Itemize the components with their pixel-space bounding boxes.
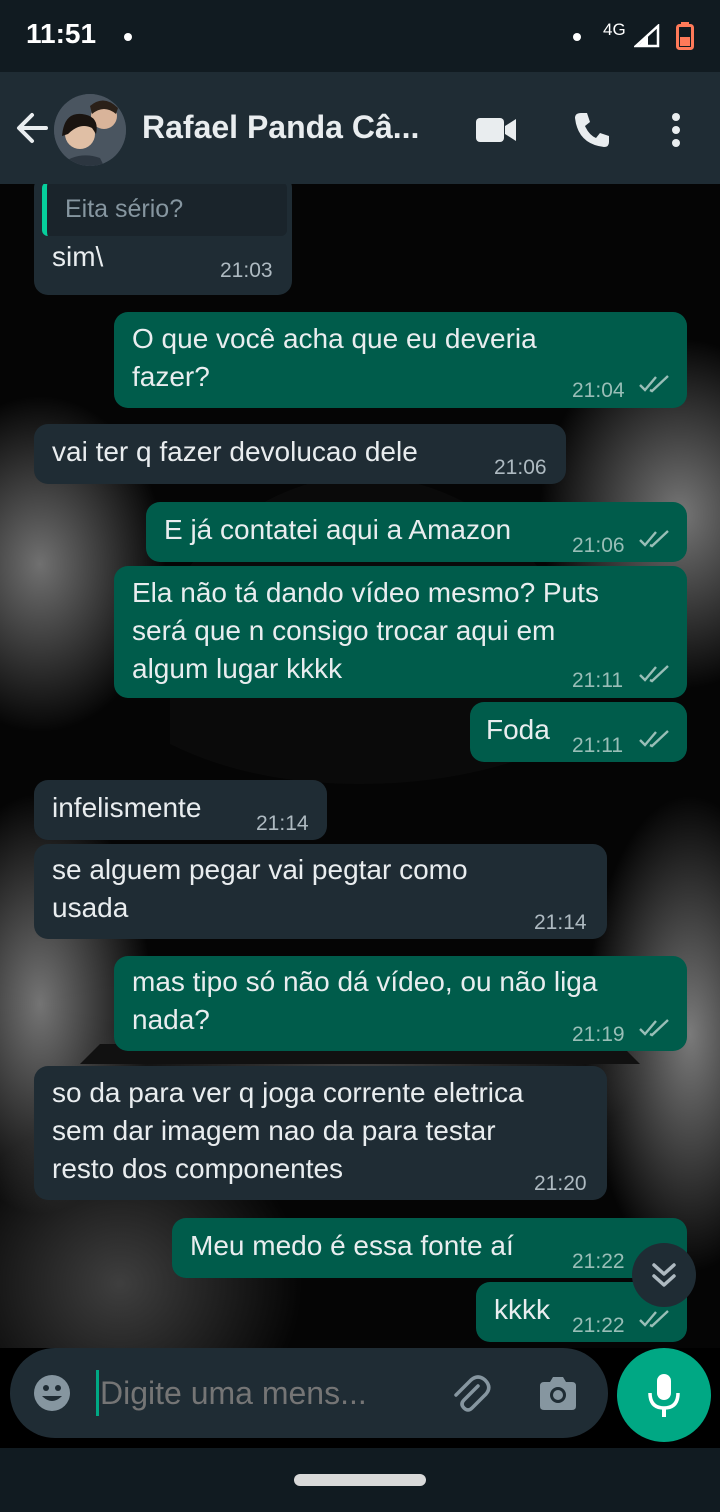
network-type: 4G [603,20,626,39]
message-text: O que você acha que eu deveria fazer? [132,323,537,392]
message-incoming[interactable]: infelismente 21:14 [34,780,327,840]
read-ticks-icon [639,665,669,683]
contact-name[interactable]: Rafael Panda Câ... [142,109,442,146]
message-time: 21:19 [572,1023,625,1046]
message-text: infelismente [52,792,202,823]
chat-area[interactable]: Eita sério? sim\ 21:03 O que você acha q… [0,184,720,1348]
chat-header: Rafael Panda Câ... [0,72,720,184]
read-ticks-icon [639,530,669,548]
notification-dot [573,33,581,41]
message-text: mas tipo só não dá vídeo, ou não liga na… [132,966,598,1035]
message-text: vai ter q fazer devolucao dele [52,436,418,467]
message-incoming[interactable]: vai ter q fazer devolucao dele 21:06 [34,424,566,484]
message-time: 21:11 [572,734,623,757]
message-time: 21:20 [534,1172,587,1195]
message-text: se alguem pegar vai pegtar como usada [52,854,468,923]
quoted-text: Eita sério? [65,195,184,223]
message-text: Meu medo é essa fonte aí [190,1230,514,1261]
message-text: kkkk [494,1294,550,1325]
avatar[interactable] [54,94,126,166]
message-time: 21:04 [572,379,625,402]
read-ticks-icon [639,375,669,393]
message-outgoing[interactable]: mas tipo só não dá vídeo, ou não liga na… [114,956,687,1051]
home-gesture-bar[interactable] [294,1474,426,1486]
avatar-photo [54,94,126,166]
read-ticks-icon [639,1019,669,1037]
message-time: 21:22 [572,1314,625,1337]
status-bar: 11:51 4G [0,0,720,72]
message-text: Foda [486,714,550,745]
message-time: 21:06 [494,456,547,479]
battery-icon [676,22,694,50]
quoted-message[interactable]: Eita sério? [42,184,287,236]
status-time: 11:51 [26,18,97,49]
message-composer [10,1348,608,1438]
message-time: 21:03 [220,259,273,282]
double-chevron-down-icon [652,1263,676,1287]
message-text: Ela não tá dando vídeo mesmo? Puts será … [132,577,599,684]
scroll-to-bottom-button[interactable] [632,1243,696,1307]
message-incoming[interactable]: se alguem pegar vai pegtar como usada 21… [34,844,607,939]
message-text: sim\ [52,241,104,272]
text-caret [96,1370,99,1416]
message-incoming[interactable]: Eita sério? sim\ 21:03 [34,184,292,295]
input-area [0,1348,720,1448]
message-text: E já contatei aqui a Amazon [164,514,512,545]
message-outgoing[interactable]: Ela não tá dando vídeo mesmo? Puts será … [114,566,687,698]
message-incoming[interactable]: so da para ver q joga corrente eletrica … [34,1066,607,1200]
signal-icon [634,24,660,48]
message-text: so da para ver q joga corrente eletrica … [52,1077,524,1184]
notification-dot [124,33,132,41]
back-arrow-icon[interactable] [12,106,52,150]
read-ticks-icon [639,730,669,748]
message-outgoing[interactable]: Meu medo é essa fonte aí 21:22 [172,1218,687,1278]
message-time: 21:14 [534,911,587,934]
message-input[interactable] [100,1370,420,1416]
system-nav-bar [0,1448,720,1512]
emoji-icon[interactable] [32,1373,72,1413]
phone-icon[interactable] [568,106,616,154]
message-time: 21:14 [256,812,309,835]
camera-icon[interactable] [536,1372,580,1416]
message-time: 21:06 [572,534,625,557]
message-outgoing[interactable]: E já contatei aqui a Amazon 21:06 [146,502,687,562]
message-outgoing[interactable]: Foda 21:11 [470,702,687,762]
read-ticks-icon [639,1310,669,1328]
message-time: 21:22 [572,1250,625,1273]
message-time: 21:11 [572,669,623,692]
attach-icon[interactable] [448,1372,492,1416]
mic-icon [648,1374,680,1417]
video-call-icon[interactable] [472,106,520,154]
mic-button[interactable] [617,1348,711,1442]
message-outgoing[interactable]: O que você acha que eu deveria fazer? 21… [114,312,687,408]
more-vert-icon[interactable] [652,106,700,154]
